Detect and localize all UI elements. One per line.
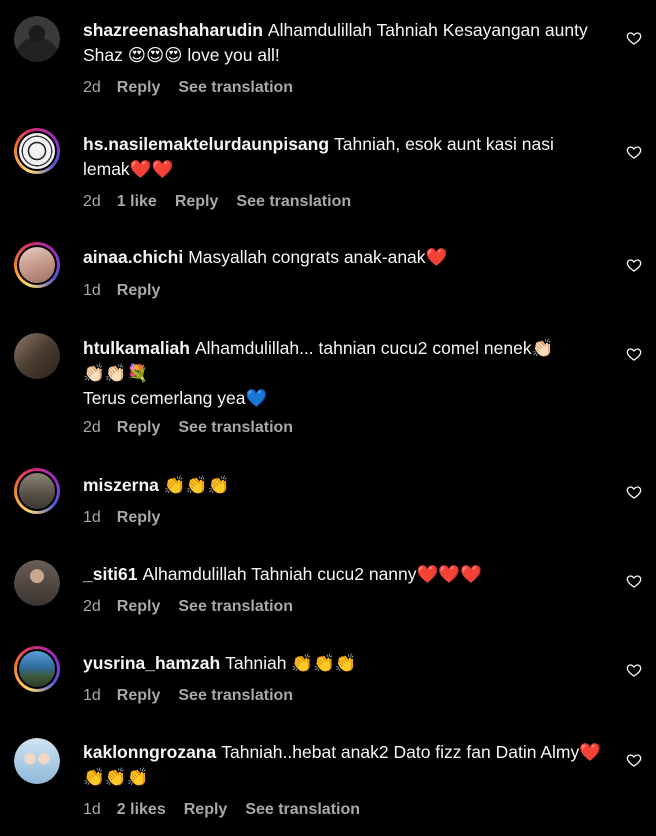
see-translation-button[interactable]: See translation (236, 192, 351, 212)
avatar[interactable] (14, 16, 60, 62)
comment-username[interactable]: shazreenashaharudin (83, 20, 263, 40)
comment-text: Masyallah congrats anak-anak❤️ (188, 247, 448, 267)
reply-button[interactable]: Reply (117, 686, 161, 706)
reply-button[interactable]: Reply (117, 597, 161, 617)
heart-outline-icon (626, 348, 642, 361)
comment-username[interactable]: _siti61 (83, 564, 137, 584)
comment-time: 1d (83, 509, 101, 526)
see-translation-button[interactable]: See translation (178, 418, 293, 438)
like-button[interactable] (626, 573, 642, 589)
comment-meta: 1d 2 likes Reply See translation (83, 800, 378, 820)
like-button[interactable] (626, 662, 642, 678)
avatar-image (17, 649, 57, 689)
comment-username[interactable]: miszerna (83, 475, 159, 495)
comment-username[interactable]: hs.nasilemaktelurdaunpisang (83, 134, 329, 154)
comment-meta: 1d Reply (83, 281, 178, 301)
heart-outline-icon (626, 754, 642, 767)
avatar-image (17, 471, 57, 511)
heart-outline-icon (626, 259, 642, 272)
reply-button[interactable]: Reply (117, 508, 161, 528)
avatar[interactable] (14, 560, 60, 606)
see-translation-button[interactable]: See translation (245, 800, 360, 820)
comment-time: 2d (83, 79, 101, 96)
comment-meta: 2d Reply See translation (83, 597, 311, 617)
avatar[interactable] (14, 646, 60, 692)
likes-count[interactable]: 1 like (117, 192, 157, 212)
avatar-image (14, 560, 60, 606)
likes-count[interactable]: 2 likes (117, 800, 166, 820)
see-translation-button[interactable]: See translation (178, 78, 293, 98)
comment-body: hs.nasilemaktelurdaunpisang Tahniah, esok… (83, 132, 603, 182)
comment-time: 2d (83, 419, 101, 436)
comment-body: htulkamaliah Alhamdulillah... tahnian cuc… (83, 336, 603, 411)
reply-button[interactable]: Reply (117, 418, 161, 438)
avatar[interactable] (14, 128, 60, 174)
comment-text: Alhamdulillah Tahniah cucu2 nanny❤️❤️❤️ (142, 564, 482, 584)
avatar-image (17, 245, 57, 285)
avatar-image (17, 131, 57, 171)
comment-username[interactable]: kaklonngrozana (83, 742, 216, 762)
comment-text: Tahniah 👏👏👏 (225, 653, 357, 673)
comment-meta: 2d Reply See translation (83, 78, 311, 98)
avatar-image (14, 16, 60, 62)
comment-time: 2d (83, 598, 101, 615)
comment-meta: 1d Reply See translation (83, 686, 311, 706)
comment-body: ainaa.chichi Masyallah congrats anak-anak… (83, 245, 603, 270)
avatar[interactable] (14, 242, 60, 288)
see-translation-button[interactable]: See translation (178, 597, 293, 617)
like-button[interactable] (626, 484, 642, 500)
like-button[interactable] (626, 30, 642, 46)
avatar-image (14, 738, 60, 784)
comment-meta: 2d 1 like Reply See translation (83, 192, 369, 212)
comment-body: kaklonngrozana Tahniah..hebat anak2 Dato … (83, 740, 603, 790)
avatar-image (14, 333, 60, 379)
like-button[interactable] (626, 346, 642, 362)
comment-username[interactable]: htulkamaliah (83, 338, 190, 358)
comment-body: yusrina_hamzah Tahniah 👏👏👏 (83, 651, 603, 676)
reply-button[interactable]: Reply (175, 192, 219, 212)
comment-body: _siti61 Alhamdulillah Tahniah cucu2 nanny… (83, 562, 603, 587)
comment-username[interactable]: yusrina_hamzah (83, 653, 220, 673)
comment-username[interactable]: ainaa.chichi (83, 247, 183, 267)
see-translation-button[interactable]: See translation (178, 686, 293, 706)
avatar[interactable] (14, 738, 60, 784)
comment-time: 1d (83, 282, 101, 299)
heart-outline-icon (626, 32, 642, 45)
comment-meta: 2d Reply See translation (83, 418, 311, 438)
heart-outline-icon (626, 486, 642, 499)
comment-meta: 1d Reply (83, 508, 178, 528)
comment-body: shazreenashaharudin Alhamdulillah Tahniah… (83, 18, 603, 68)
heart-outline-icon (626, 575, 642, 588)
reply-button[interactable]: Reply (184, 800, 228, 820)
avatar[interactable] (14, 333, 60, 379)
comment-time: 2d (83, 193, 101, 210)
heart-outline-icon (626, 664, 642, 677)
comment-time: 1d (83, 687, 101, 704)
like-button[interactable] (626, 257, 642, 273)
comment-body: miszerna 👏👏👏 (83, 473, 603, 498)
avatar[interactable] (14, 468, 60, 514)
comment-text: 👏👏👏 (163, 475, 230, 495)
like-button[interactable] (626, 144, 642, 160)
reply-button[interactable]: Reply (117, 281, 161, 301)
reply-button[interactable]: Reply (117, 78, 161, 98)
comment-time: 1d (83, 801, 101, 818)
heart-outline-icon (626, 146, 642, 159)
like-button[interactable] (626, 752, 642, 768)
